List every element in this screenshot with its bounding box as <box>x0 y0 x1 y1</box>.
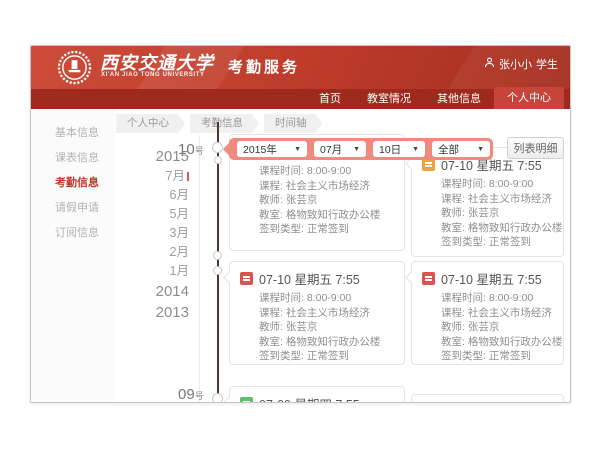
timeline-month-jan[interactable]: 1月 <box>125 262 189 281</box>
attendance-card[interactable]: 07-10 星期五 7:55 课程时间: 8:00-9:00 课程: 社会主义市… <box>411 261 564 365</box>
card-field: 课程: 社会主义市场经济 <box>422 306 553 321</box>
card-field: 课程时间: 8:00-9:00 <box>240 164 394 179</box>
chevron-down-icon: ▼ <box>412 146 419 153</box>
card-field: 课程: 社会主义市场经济 <box>422 192 553 207</box>
sidebar: 基本信息 课表信息 考勤信息 请假申请 订阅信息 <box>31 109 115 402</box>
timeline-month-mar[interactable]: 3月 <box>125 224 189 243</box>
rail-divider <box>199 135 200 402</box>
timeline-month-jun[interactable]: 6月 <box>125 186 189 205</box>
timeline-node <box>212 393 223 402</box>
filter-bar: 2015年▼ 07月▼ 10日▼ 全部▼ <box>229 138 493 160</box>
current-month-marker <box>187 172 189 181</box>
type-dropdown[interactable]: 全部▼ <box>432 141 490 157</box>
timeline-node <box>213 251 222 260</box>
attendance-card[interactable]: 07-09 星期四 7:55 <box>229 386 405 402</box>
card-pointer <box>223 396 236 402</box>
chevron-down-icon: ▼ <box>477 146 484 153</box>
chevron-down-icon: ▼ <box>294 146 301 153</box>
card-pointer <box>223 271 236 284</box>
year-dropdown[interactable]: 2015年▼ <box>237 141 307 157</box>
card-field: 教师: 张芸京 <box>240 193 394 208</box>
card-field: 签到类型: 正常签到 <box>422 349 553 364</box>
filter-pointer <box>223 143 229 155</box>
card-field: 签到类型: 正常签到 <box>240 222 394 237</box>
card-pointer <box>405 271 418 284</box>
sidebar-item-attendance[interactable]: 考勤信息 <box>31 171 115 196</box>
university-logo-icon <box>57 50 92 85</box>
breadcrumb-attendance[interactable]: 考勤信息 <box>190 114 259 133</box>
card-field: 教师: 张芸京 <box>422 320 553 335</box>
content-area: 基本信息 课表信息 考勤信息 请假申请 订阅信息 个人中心 考勤信息 时间轴 2… <box>31 109 570 402</box>
card-field: 教师: 张芸京 <box>422 206 553 221</box>
card-field: 签到类型: 正常签到 <box>422 235 553 250</box>
timeline-month-may[interactable]: 5月 <box>125 205 189 224</box>
card-field: 课程: 社会主义市场经济 <box>240 306 394 321</box>
timeline-day-10: 10号 <box>178 141 204 158</box>
card-field: 教室: 格物致知行政办公楼 <box>240 208 394 223</box>
app-header: 西安交通大学 XI'AN JIAO TONG UNIVERSITY 考勤服务 张… <box>31 46 570 89</box>
card-field: 课程时间: 8:00-9:00 <box>240 291 394 306</box>
nav-item-classrooms[interactable]: 教室情况 <box>354 89 424 109</box>
card-title: 07-10 星期五 7:55 <box>441 269 542 288</box>
card-field: 教师: 张芸京 <box>240 320 394 335</box>
attendance-card[interactable]: 07-10 星期五 7:55 课程时间: 8:00-9:00 课程: 社会主义市… <box>229 261 405 365</box>
card-field: 教室: 格物致知行政办公楼 <box>422 221 553 236</box>
timeline-year-2014[interactable]: 2014 <box>125 281 189 302</box>
attendance-card[interactable]: 07-10 星期五 7:55 课程时间: 8:00-9:00 课程: 社会主义市… <box>411 147 564 257</box>
card-field: 教室: 格物致知行政办公楼 <box>422 335 553 350</box>
timeline-node <box>212 142 223 153</box>
day-dropdown[interactable]: 10日▼ <box>373 141 425 157</box>
status-seal-icon <box>240 397 253 402</box>
timeline-year-2013[interactable]: 2013 <box>125 302 189 323</box>
sidebar-item-subscription[interactable]: 订阅信息 <box>31 221 115 246</box>
timeline-node <box>214 156 222 164</box>
card-field: 签到类型: 正常签到 <box>240 349 394 364</box>
breadcrumb-timeline[interactable]: 时间轴 <box>264 114 323 133</box>
user-menu[interactable]: 张小小 学生 <box>484 56 558 72</box>
user-icon <box>484 57 495 71</box>
status-seal-icon <box>422 272 435 285</box>
attendance-card-peek[interactable] <box>411 394 564 402</box>
sidebar-item-basic-info[interactable]: 基本信息 <box>31 121 115 146</box>
nav-item-other-info[interactable]: 其他信息 <box>424 89 494 109</box>
breadcrumb-personal-center[interactable]: 个人中心 <box>116 114 185 133</box>
main-nav: 首页 教室情况 其他信息 个人中心 <box>31 89 570 109</box>
app-window: 西安交通大学 XI'AN JIAO TONG UNIVERSITY 考勤服务 张… <box>30 45 571 403</box>
app-title: 考勤服务 <box>228 56 300 77</box>
chevron-down-icon: ▼ <box>353 146 360 153</box>
user-name: 张小小 <box>499 56 532 72</box>
card-field: 课程时间: 8:00-9:00 <box>422 177 553 192</box>
breadcrumb: 个人中心 考勤信息 时间轴 <box>116 114 323 133</box>
card-title: 07-09 星期四 7:55 <box>259 394 360 402</box>
nav-item-personal-center[interactable]: 个人中心 <box>494 87 564 109</box>
screenshot-canvas: 西安交通大学 XI'AN JIAO TONG UNIVERSITY 考勤服务 张… <box>0 0 600 450</box>
timeline-month-jul[interactable]: 7月 <box>125 167 189 186</box>
status-seal-icon <box>240 272 253 285</box>
timeline-node <box>213 266 222 275</box>
sidebar-item-timetable[interactable]: 课表信息 <box>31 146 115 171</box>
card-title: 07-10 星期五 7:55 <box>259 269 360 288</box>
timeline-month-feb[interactable]: 2月 <box>125 243 189 262</box>
timeline-axis <box>217 122 219 402</box>
user-role: 学生 <box>536 56 558 72</box>
nav-item-home[interactable]: 首页 <box>306 89 354 109</box>
timeline-year-list: 2015 7月 6月 5月 3月 2月 1月 2014 2013 <box>125 146 189 323</box>
university-name-en: XI'AN JIAO TONG UNIVERSITY <box>101 72 205 78</box>
card-field: 教室: 格物致知行政办公楼 <box>240 335 394 350</box>
sidebar-item-leave-request[interactable]: 请假申请 <box>31 196 115 221</box>
list-detail-button[interactable]: 列表明细 <box>507 137 564 159</box>
timeline-day-09: 09号 <box>178 386 204 402</box>
card-field: 课程时间: 8:00-9:00 <box>422 291 553 306</box>
card-field: 课程: 社会主义市场经济 <box>240 179 394 194</box>
month-dropdown[interactable]: 07月▼ <box>314 141 366 157</box>
